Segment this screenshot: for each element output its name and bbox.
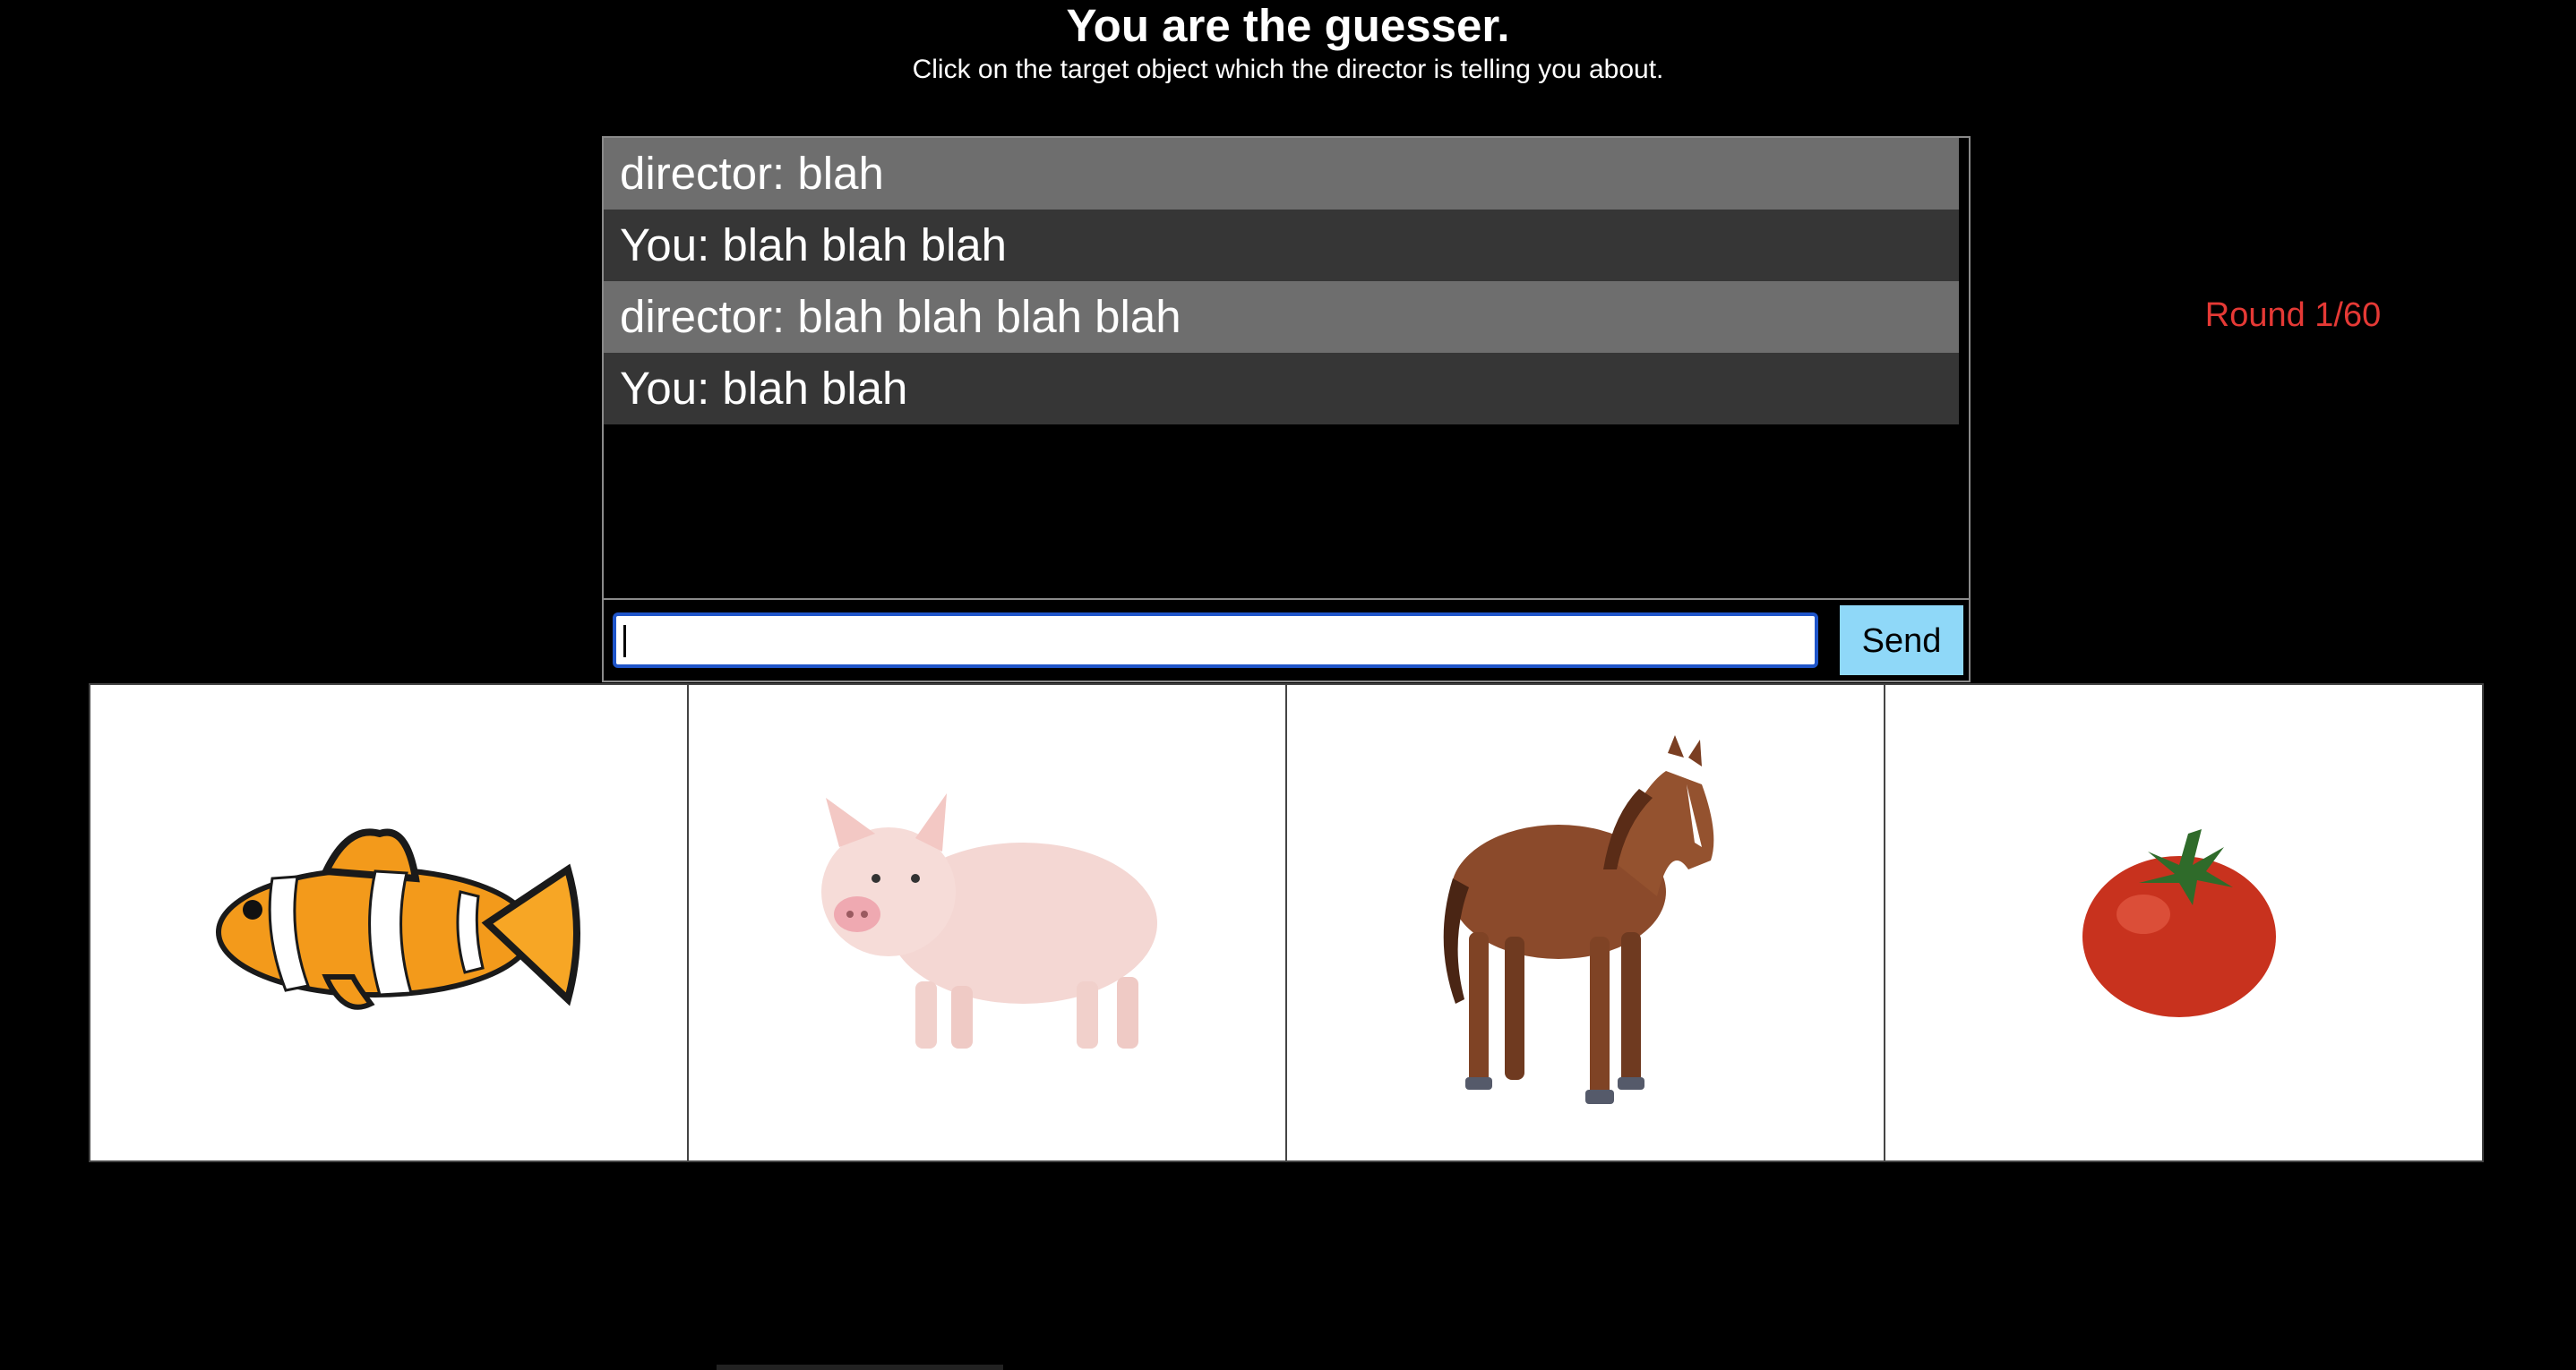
instructions-text: Click on the target object which the dir… [912,55,1664,84]
clownfish-icon [216,827,580,1010]
text-caret [623,625,626,657]
object-card-clownfish[interactable] [90,685,689,1160]
chat-message-director: director: blah blah blah blah [604,281,1959,353]
footer-edge [717,1365,1003,1370]
send-button[interactable]: Send [1840,605,1963,675]
tomato-icon [2082,828,2276,1017]
chat-log[interactable]: director: blah You: blah blah blah direc… [602,136,1971,600]
round-counter: Round 1/60 [2204,296,2382,334]
horse-icon [1443,734,1714,1104]
chat-input[interactable] [613,612,1818,668]
object-card-horse[interactable] [1287,685,1885,1160]
object-card-pig[interactable] [689,685,1287,1160]
chat-message-you: You: blah blah [604,353,1959,424]
pig-icon [821,792,1157,1049]
page-title: You are the guesser. [1066,0,1510,51]
chat-message-director: director: blah [604,138,1959,210]
object-grid [89,683,2484,1162]
chat-input-row: Send [602,600,1971,682]
object-card-tomato[interactable] [1885,685,2482,1160]
chat-message-you: You: blah blah blah [604,210,1959,281]
